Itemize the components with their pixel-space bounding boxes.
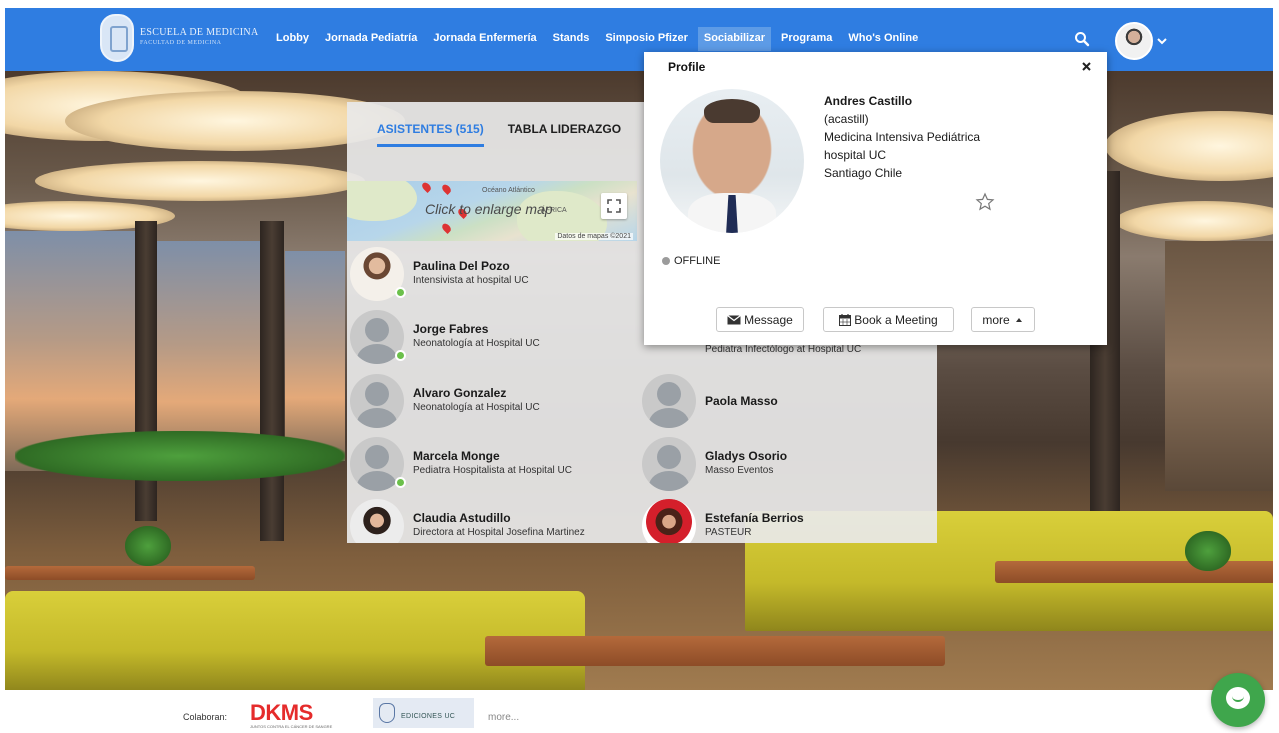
- default-avatar-icon: [642, 437, 696, 491]
- map-ocean-label: Océano Atlántico: [482, 187, 535, 194]
- brand-logo[interactable]: ESCUELA DE MEDICINA FACULTAD DE MEDICINA: [100, 14, 258, 62]
- nav-item-stands[interactable]: Stands: [547, 27, 596, 51]
- nav-item-simposio-pfizer[interactable]: Simposio Pfizer: [599, 27, 694, 51]
- brand-title: ESCUELA DE MEDICINA: [140, 27, 259, 38]
- online-status-dot: [395, 350, 406, 361]
- profile-full-name: Andres Castillo: [824, 94, 913, 108]
- profile-popup: Profile Andres Castillo (acastill) Medic…: [644, 52, 1107, 345]
- attendee-item[interactable]: Estefanía Berrios PASTEUR: [639, 497, 929, 543]
- profile-institution: hospital UC: [824, 148, 887, 162]
- sponsor-ediciones-label: EDICIONES UC: [401, 713, 456, 720]
- sponsors-more-link[interactable]: more...: [488, 712, 519, 723]
- attendee-name: Marcela Monge: [413, 449, 500, 463]
- attendee-item[interactable]: Jorge Fabres Neonatología at Hospital UC: [347, 308, 637, 366]
- profile-info: Andres Castillo (acastill) Medicina Inte…: [824, 92, 980, 182]
- attendee-name: Jorge Fabres: [413, 322, 489, 336]
- book-meeting-button[interactable]: Book a Meeting: [823, 307, 954, 332]
- attendee-role: Neonatología at Hospital UC: [413, 338, 540, 349]
- profile-title: Profile: [668, 60, 706, 74]
- attendee-avatar: [642, 499, 696, 543]
- online-status-dot: [395, 477, 406, 488]
- attendee-role: Directora at Hospital Josefina Martinez: [413, 527, 585, 538]
- attendee-name: Paulina Del Pozo: [413, 259, 510, 273]
- nav-item-jornada-pediatria[interactable]: Jornada Pediatría: [319, 27, 423, 51]
- close-icon[interactable]: [1081, 61, 1092, 72]
- attendee-name: Paola Masso: [705, 394, 778, 408]
- attendee-item[interactable]: Alvaro Gonzalez Neonatología at Hospital…: [347, 372, 637, 430]
- profile-location: Santiago Chile: [824, 166, 903, 180]
- online-status-dot: [395, 287, 406, 298]
- attendee-name: Estefanía Berrios: [705, 511, 804, 525]
- more-button-label: more: [982, 312, 1010, 327]
- attendee-name: Claudia Astudillo: [413, 511, 511, 525]
- attendee-name: Gladys Osorio: [705, 449, 788, 463]
- nav-item-jornada-enfermeria[interactable]: Jornada Enfermería: [427, 27, 542, 51]
- user-avatar[interactable]: [1115, 22, 1153, 60]
- chevron-down-icon[interactable]: [1156, 36, 1168, 46]
- profile-username: (acastill): [824, 112, 869, 126]
- attendee-role: PASTEUR: [705, 527, 752, 538]
- map-credit: Datos de mapas ©2021: [555, 233, 633, 240]
- sponsors-footer: Colaboran: DKMS JUNTOS CONTRA EL CÁNCER …: [0, 690, 1279, 733]
- attendee-item[interactable]: Paulina Del Pozo Intensivista at hospita…: [347, 245, 637, 303]
- map-enlarge-hint: Click to enlarge map: [425, 201, 553, 217]
- profile-photo: [660, 89, 804, 233]
- attendee-item[interactable]: Marcela Monge Pediatra Hospitalista at H…: [347, 435, 637, 493]
- attendee-role: Intensivista at hospital UC: [413, 275, 529, 286]
- nav-item-sociabilizar[interactable]: Sociabilizar: [697, 27, 772, 51]
- profile-specialty: Medicina Intensiva Pediátrica: [824, 130, 981, 144]
- attendee-item[interactable]: Gladys Osorio Masso Eventos: [639, 435, 929, 493]
- message-button[interactable]: Message: [716, 307, 804, 332]
- sponsor-dkms-logo[interactable]: DKMS: [250, 700, 313, 726]
- profile-status: OFFLINE: [662, 255, 720, 267]
- nav-item-lobby[interactable]: Lobby: [270, 27, 315, 51]
- main-nav: Lobby Jornada Pediatría Jornada Enfermer…: [270, 27, 928, 51]
- message-button-label: Message: [744, 312, 793, 327]
- ediciones-uc-crest-icon: [379, 703, 395, 723]
- attendee-name: Alvaro Gonzalez: [413, 386, 507, 400]
- nav-item-programa[interactable]: Programa: [775, 27, 838, 51]
- tab-asistentes[interactable]: ASISTENTES (515): [377, 122, 484, 147]
- offline-status-dot: [662, 257, 670, 265]
- sponsor-dkms-tagline: JUNTOS CONTRA EL CÁNCER DE SANGRE: [250, 724, 333, 729]
- colab-label: Colaboran:: [183, 712, 228, 722]
- more-button[interactable]: more: [971, 307, 1035, 332]
- brand-subtitle: FACULTAD DE MEDICINA: [140, 40, 222, 46]
- profile-status-text: OFFLINE: [674, 255, 721, 267]
- tab-tabla-liderazgo[interactable]: TABLA LIDERAZGO: [508, 122, 621, 147]
- search-icon[interactable]: [1074, 31, 1090, 47]
- default-avatar-icon: [642, 374, 696, 428]
- chat-bubble-icon[interactable]: [1211, 673, 1265, 727]
- panel-tabs: ASISTENTES (515) TABLA LIDERAZGO: [377, 122, 645, 147]
- envelope-icon: [727, 314, 742, 324]
- attendee-map[interactable]: Océano Atlántico ÁFRICA Click to enlarge…: [347, 181, 637, 241]
- attendee-avatar: [350, 499, 404, 543]
- book-meeting-label: Book a Meeting: [854, 312, 938, 327]
- star-icon[interactable]: [975, 192, 995, 212]
- attendee-item[interactable]: Paola Masso: [639, 372, 929, 430]
- calendar-icon: [839, 313, 852, 326]
- attendee-role: Masso Eventos: [705, 465, 774, 476]
- fullscreen-icon[interactable]: [601, 193, 627, 219]
- nav-item-whos-online[interactable]: Who's Online: [842, 27, 924, 51]
- default-avatar-icon: [350, 374, 404, 428]
- attendee-role: Pediatra Hospitalista at Hospital UC: [413, 465, 572, 476]
- caret-up-icon: [1015, 317, 1022, 322]
- attendee-item[interactable]: Claudia Astudillo Directora at Hospital …: [347, 497, 637, 543]
- attendee-role: Neonatología at Hospital UC: [413, 402, 540, 413]
- university-crest-icon: [100, 14, 134, 62]
- attendee-role: Pediatra Infectólogo at Hospital UC: [705, 344, 862, 355]
